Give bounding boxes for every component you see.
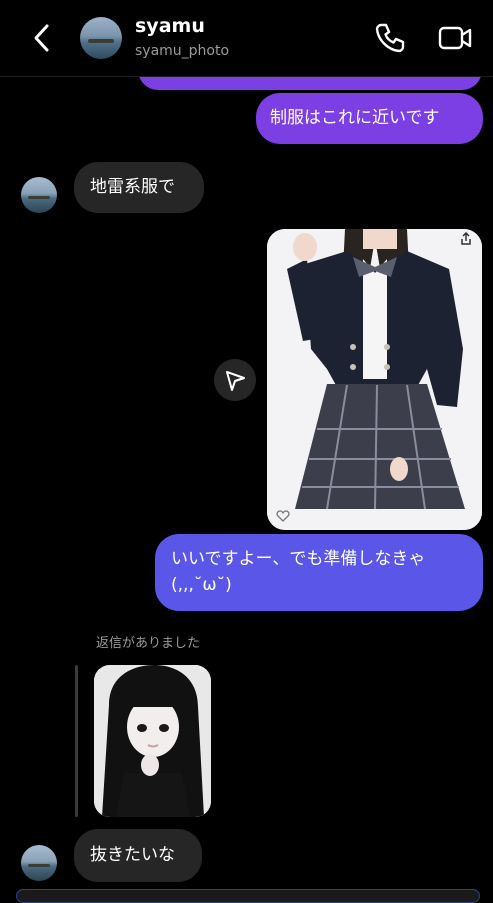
sender-avatar[interactable] [21, 845, 57, 881]
video-camera-icon[interactable] [437, 20, 473, 56]
message-text-line2: (,,,˘ω˘) [171, 575, 232, 595]
incoming-message[interactable]: 抜きたいな [74, 829, 202, 882]
message-text-line1: いいですよー、でも準備しなきゃ [171, 549, 426, 569]
portrait-photo [94, 665, 211, 817]
heart-icon[interactable] [276, 509, 290, 523]
message-text: 制服はこれに近いです [270, 108, 440, 128]
contact-avatar[interactable] [80, 17, 122, 59]
uniform-photo [267, 229, 482, 530]
message-text: 抜きたいな [90, 845, 175, 865]
contact-handle[interactable]: syamu_photo [135, 43, 229, 59]
paper-plane-icon [226, 371, 245, 391]
share-upload-icon[interactable] [459, 232, 473, 246]
outgoing-message[interactable]: いいですよー、でも準備しなきゃ (,,,˘ω˘) [155, 534, 483, 611]
message-text: 地雷系服で [90, 177, 175, 197]
phone-icon[interactable] [372, 20, 408, 56]
share-button[interactable] [214, 359, 256, 401]
sender-avatar[interactable] [21, 177, 57, 213]
replied-photo[interactable] [94, 665, 211, 817]
incoming-message[interactable]: 地雷系服で [74, 162, 204, 213]
contact-name[interactable]: syamu [135, 15, 205, 37]
reply-label: 返信がありました [96, 636, 201, 651]
outgoing-message[interactable]: 制服はこれに近いです [256, 93, 483, 144]
chat-header: syamu syamu_photo [0, 0, 493, 77]
back-chevron-icon[interactable] [28, 20, 56, 56]
reply-indicator-bar [75, 665, 78, 817]
message-composer[interactable] [16, 889, 480, 903]
photo-message[interactable] [267, 229, 482, 530]
